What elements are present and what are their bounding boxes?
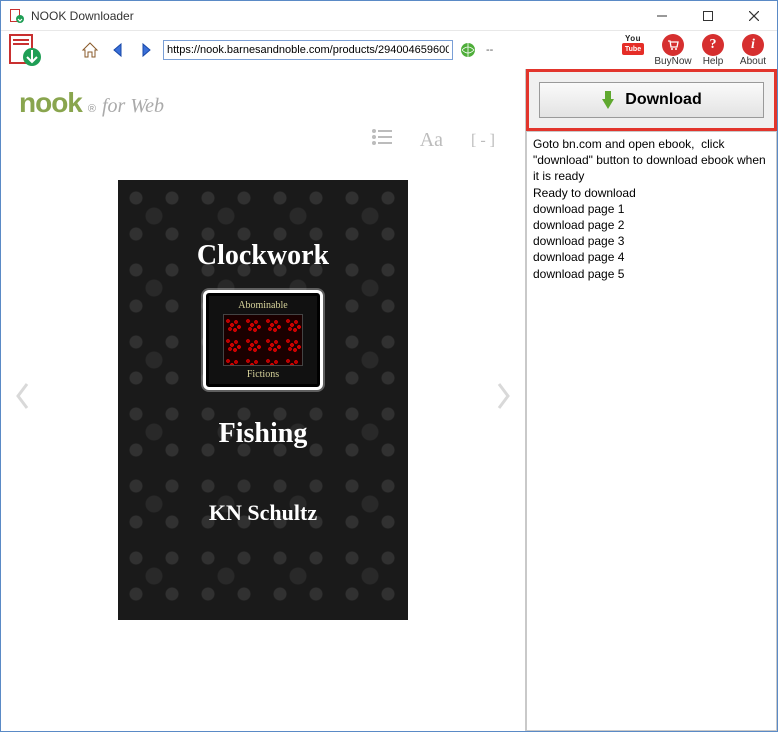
window-title: NOOK Downloader [31,9,134,23]
toolbar-right-icons: You Tube BuyNow ? Help i About [615,34,771,67]
prev-page-button[interactable] [13,381,31,419]
back-button[interactable] [107,39,129,61]
log-output[interactable]: Goto bn.com and open ebook, click "downl… [526,131,777,731]
nook-logo: nook [19,87,82,119]
minimize-button[interactable] [639,1,685,31]
book-title-1: Clockwork [197,240,329,272]
toolbar-dashes: -- [486,44,493,56]
main-area: nook® for Web Aa [ - ] Clockwork Abomina… [1,69,777,731]
app-icon [9,8,25,24]
forward-button[interactable] [135,39,157,61]
about-button[interactable]: i About [735,34,771,67]
nook-brand: nook® for Web [1,77,525,125]
book-author: KN Schultz [209,500,317,526]
cover-emblem: Abominable Fictions [203,290,323,390]
next-page-button[interactable] [495,381,513,419]
url-input[interactable] [163,40,453,60]
help-button[interactable]: ? Help [695,34,731,67]
layout-toggle-button[interactable]: [ - ] [471,129,495,152]
download-arrow-icon [601,91,615,109]
youtube-button[interactable]: You Tube [615,34,651,67]
home-button[interactable] [79,39,101,61]
help-icon: ? [702,34,724,56]
cart-icon [662,34,684,56]
download-highlight: Download [526,69,777,131]
app-logo [7,32,43,68]
close-button[interactable] [731,1,777,31]
info-icon: i [742,34,764,56]
maximize-button[interactable] [685,1,731,31]
reader-pane: nook® for Web Aa [ - ] Clockwork Abomina… [1,69,525,731]
titlebar: NOOK Downloader [1,1,777,31]
book-stage: Clockwork Abominable Fictions Fishing KN… [1,160,525,640]
buynow-button[interactable]: BuyNow [655,34,691,67]
font-size-button[interactable]: Aa [420,129,443,152]
window-controls [639,1,777,31]
toolbar: -- You Tube BuyNow ? Help i About [1,31,777,69]
go-button[interactable] [459,41,477,59]
side-panel: Download Goto bn.com and open ebook, cli… [525,69,777,731]
toc-icon[interactable] [372,129,392,152]
book-title-2: Fishing [219,418,308,450]
book-cover[interactable]: Clockwork Abominable Fictions Fishing KN… [118,180,408,620]
download-button[interactable]: Download [539,82,764,118]
reader-controls: Aa [ - ] [1,125,525,160]
